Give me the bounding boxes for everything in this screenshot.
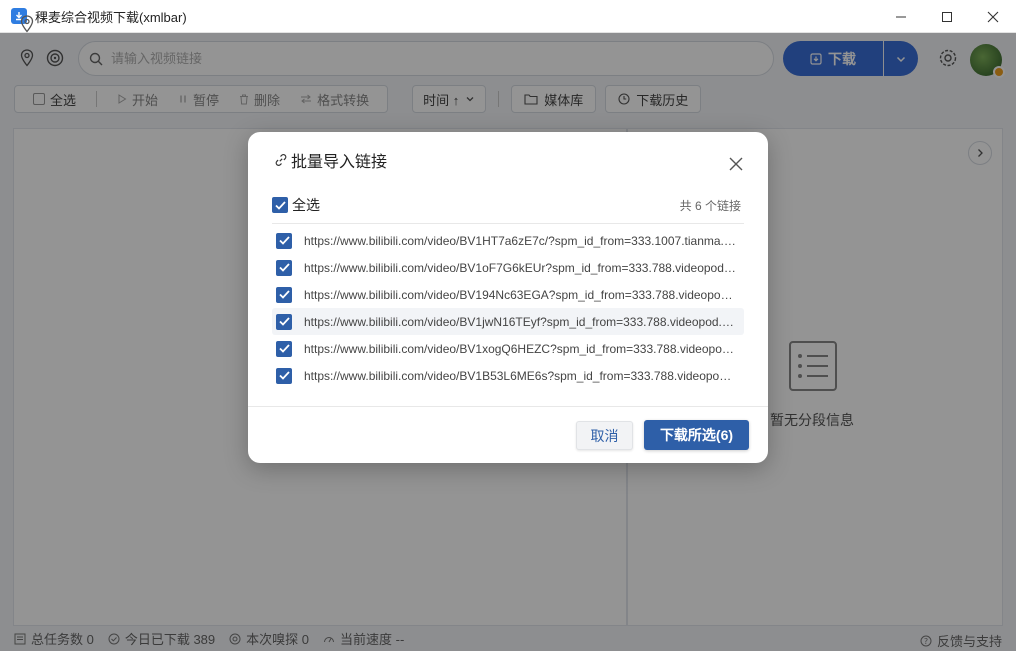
check-icon — [274, 200, 286, 210]
link-url: https://www.bilibili.com/video/BV1B53L6M… — [304, 368, 736, 383]
link-checkbox[interactable] — [276, 340, 292, 357]
divider — [272, 223, 744, 224]
link-checkbox[interactable] — [276, 286, 292, 303]
check-icon — [278, 371, 290, 380]
link-icon — [275, 154, 287, 166]
check-icon — [278, 290, 290, 299]
link-checkbox[interactable] — [276, 313, 292, 330]
link-row[interactable]: https://www.bilibili.com/video/BV1oF7G6k… — [272, 254, 744, 281]
link-row[interactable]: https://www.bilibili.com/video/BV1B53L6M… — [272, 362, 744, 389]
divider — [248, 406, 768, 407]
link-row[interactable]: https://www.bilibili.com/video/BV1HT7a6z… — [272, 227, 744, 254]
title-bar: 稞麦综合视频下载(xmlbar) — [0, 0, 1016, 33]
check-icon — [278, 344, 290, 353]
link-url: https://www.bilibili.com/video/BV1HT7a6z… — [304, 233, 736, 248]
close-icon — [987, 11, 999, 22]
link-checkbox[interactable] — [276, 259, 292, 276]
select-all-checkbox[interactable] — [272, 197, 288, 213]
link-checkbox[interactable] — [276, 367, 292, 384]
link-count: 共 6 个链接 — [679, 199, 741, 213]
link-list: https://www.bilibili.com/video/BV1HT7a6z… — [272, 227, 744, 389]
link-checkbox[interactable] — [276, 232, 292, 249]
minimize-button[interactable] — [878, 0, 924, 33]
link-row[interactable]: https://www.bilibili.com/video/BV1xogQ6H… — [272, 335, 744, 362]
batch-import-dialog: 批量导入链接 全选 共 6 个链接 https://www.bilibili.c… — [248, 132, 768, 463]
link-url: https://www.bilibili.com/video/BV1jwN16T… — [304, 314, 736, 329]
check-icon — [278, 317, 290, 326]
download-selected-button[interactable]: 下载所选(6) — [644, 420, 749, 450]
check-icon — [278, 236, 290, 245]
link-url: https://www.bilibili.com/video/BV194Nc63… — [304, 287, 736, 302]
location-icon[interactable] — [19, 15, 35, 33]
maximize-icon — [942, 11, 952, 22]
link-row[interactable]: https://www.bilibili.com/video/BV1jwN16T… — [272, 308, 744, 335]
check-icon — [278, 263, 290, 272]
dialog-title: 批量导入链接 — [274, 148, 387, 172]
minimize-icon — [896, 16, 906, 17]
close-window-button[interactable] — [970, 0, 1016, 33]
link-url: https://www.bilibili.com/video/BV1xogQ6H… — [304, 341, 736, 356]
select-all-label: 全选 — [292, 197, 320, 213]
maximize-button[interactable] — [924, 0, 970, 33]
link-url: https://www.bilibili.com/video/BV1oF7G6k… — [304, 260, 736, 275]
cancel-button[interactable]: 取消 — [576, 421, 633, 450]
select-all-links[interactable]: 全选 — [272, 195, 320, 215]
close-icon[interactable] — [728, 156, 744, 172]
window-title: 稞麦综合视频下载(xmlbar) — [35, 9, 187, 25]
dialog-title-text: 批量导入链接 — [291, 154, 388, 171]
link-row[interactable]: https://www.bilibili.com/video/BV194Nc63… — [272, 281, 744, 308]
